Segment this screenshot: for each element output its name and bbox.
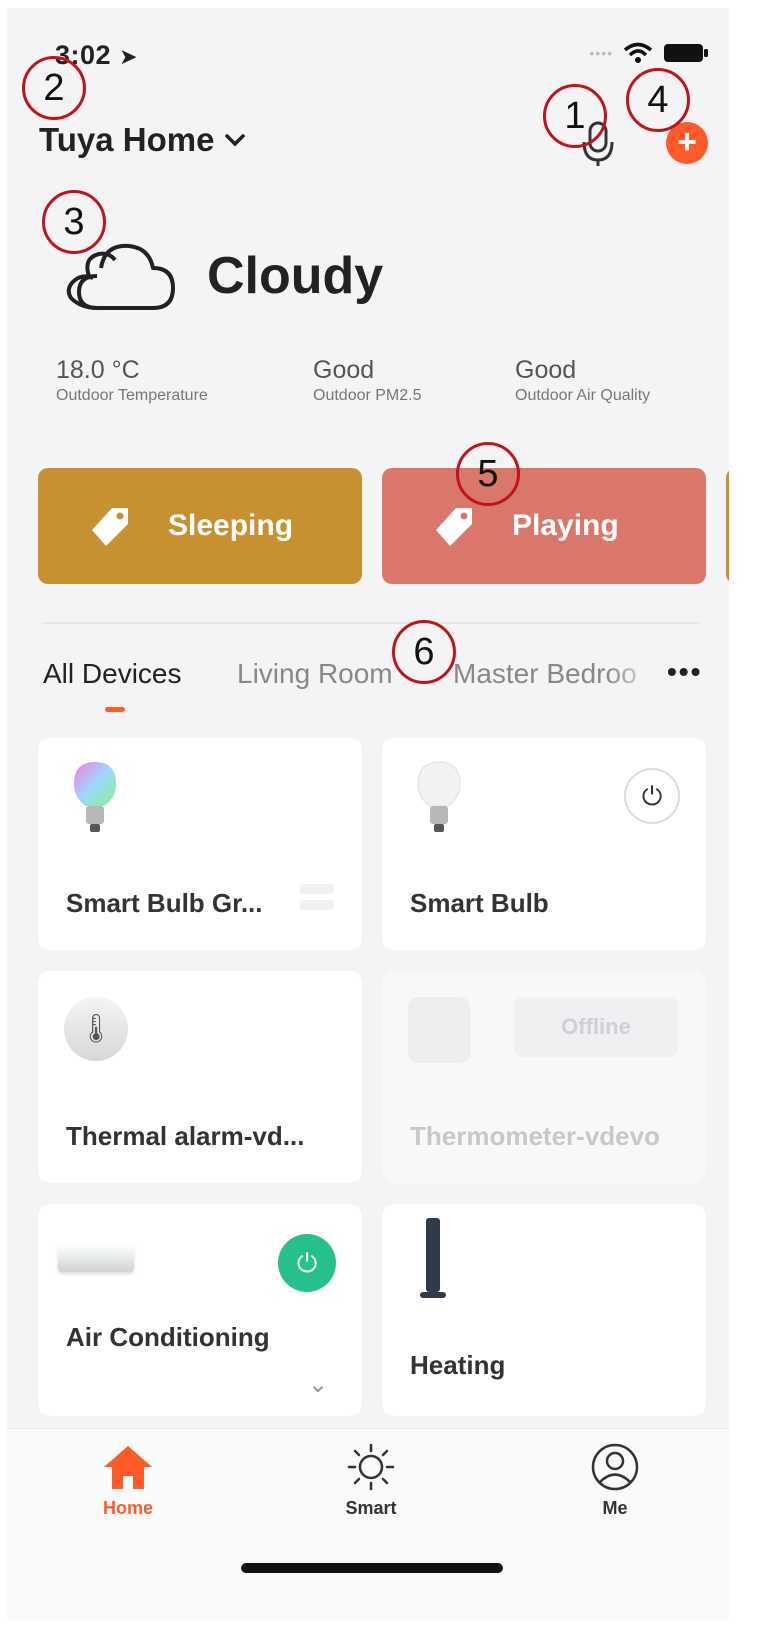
sensor-device-icon bbox=[408, 997, 470, 1063]
device-name: Thermal alarm-vd... bbox=[66, 1121, 305, 1151]
stat-temperature: 18.0 °C Outdoor Temperature bbox=[56, 356, 208, 405]
bottom-nav: Home Smart Me bbox=[7, 1428, 729, 1620]
home-icon bbox=[104, 1446, 152, 1489]
color-bulb-icon bbox=[74, 762, 116, 832]
annotation-marker: 3 bbox=[42, 190, 106, 254]
stat-air-quality: Good Outdoor Air Quality bbox=[515, 356, 650, 405]
more-rooms-button[interactable]: ••• bbox=[667, 656, 702, 688]
stat-value: Good bbox=[515, 356, 577, 384]
thermometer-icon: 🌡 bbox=[64, 997, 128, 1061]
annotation-number: 3 bbox=[63, 201, 85, 243]
nav-home[interactable]: Home bbox=[68, 1443, 188, 1519]
nav-label: Smart bbox=[345, 1498, 397, 1518]
battery-icon bbox=[664, 44, 708, 62]
group-switch-icon[interactable] bbox=[300, 882, 334, 912]
home-indicator bbox=[241, 1563, 503, 1573]
offline-badge: Offline bbox=[514, 997, 678, 1057]
stat-label: Outdoor Air Quality bbox=[515, 387, 651, 404]
user-icon bbox=[591, 1443, 639, 1491]
heater-icon bbox=[420, 1218, 446, 1298]
power-toggle-icon[interactable]: ⏻ bbox=[624, 768, 680, 824]
scene-sleeping-button[interactable]: Sleeping bbox=[38, 468, 362, 584]
device-card-heating[interactable]: Heating bbox=[382, 1204, 706, 1416]
wifi-icon bbox=[623, 42, 653, 63]
annotation-number: 6 bbox=[413, 631, 435, 673]
expand-chevron-icon[interactable]: ⌄ bbox=[308, 1370, 328, 1399]
status-icons: •••• bbox=[589, 42, 709, 64]
phone-screen: 3:02 ➤ •••• Tuya Home + Cloudy 18.0 °C O… bbox=[7, 8, 729, 1620]
sun-icon bbox=[347, 1443, 395, 1491]
scene-next-peek[interactable] bbox=[726, 468, 729, 584]
device-card-smart-bulb[interactable]: ⏻ Smart Bulb bbox=[382, 738, 706, 950]
divider bbox=[43, 622, 699, 624]
home-name: Tuya Home bbox=[39, 121, 215, 158]
annotation-marker: 5 bbox=[456, 442, 520, 506]
home-selector[interactable]: Tuya Home bbox=[39, 121, 246, 159]
annotation-number: 2 bbox=[43, 67, 65, 109]
stat-value: Good bbox=[313, 356, 375, 384]
chevron-down-icon bbox=[225, 134, 246, 147]
annotation-marker: 6 bbox=[392, 620, 456, 684]
tag-icon bbox=[436, 508, 472, 546]
device-name: Smart Bulb Gr... bbox=[66, 888, 263, 918]
nav-smart[interactable]: Smart bbox=[311, 1443, 431, 1519]
active-tab-indicator bbox=[105, 707, 125, 712]
device-card-smart-bulb-group[interactable]: Smart Bulb Gr... bbox=[38, 738, 362, 950]
stat-label: Outdoor Temperature bbox=[56, 387, 208, 404]
power-on-icon[interactable]: ⏻ bbox=[278, 1234, 336, 1292]
annotation-marker: 4 bbox=[626, 68, 690, 132]
stat-pm25: Good Outdoor PM2.5 bbox=[313, 356, 422, 405]
scene-label: Sleeping bbox=[168, 509, 294, 542]
signal-icon: •••• bbox=[589, 45, 613, 61]
device-name: Heating bbox=[410, 1350, 506, 1380]
light-bulb-icon bbox=[417, 761, 461, 832]
tab-fade-overlay bbox=[607, 648, 659, 698]
annotation-number: 1 bbox=[564, 95, 586, 137]
device-card-air-conditioning[interactable]: ⏻ Air Conditioning ⌄ bbox=[38, 1204, 362, 1416]
annotation-number: 5 bbox=[477, 453, 499, 495]
device-name: Thermometer-vdevo bbox=[410, 1121, 660, 1151]
nav-label: Home bbox=[102, 1498, 153, 1518]
nav-me[interactable]: Me bbox=[555, 1443, 675, 1519]
device-card-thermometer[interactable]: Offline Thermometer-vdevo bbox=[382, 971, 706, 1183]
device-card-thermal-alarm[interactable]: 🌡 Thermal alarm-vd... bbox=[38, 971, 362, 1183]
tag-icon bbox=[92, 508, 128, 546]
scene-label: Playing bbox=[512, 509, 619, 542]
tab-all-devices[interactable]: All Devices bbox=[43, 658, 181, 690]
annotation-marker: 1 bbox=[543, 84, 607, 148]
device-name: Air Conditioning bbox=[66, 1322, 270, 1352]
stat-value: 18.0 °C bbox=[56, 356, 140, 384]
air-conditioner-icon bbox=[58, 1244, 134, 1272]
stat-label: Outdoor PM2.5 bbox=[313, 387, 422, 404]
scene-playing-button[interactable]: Playing bbox=[382, 468, 706, 584]
tab-living-room[interactable]: Living Room bbox=[237, 658, 393, 690]
nav-label: Me bbox=[602, 1498, 628, 1518]
annotation-marker: 2 bbox=[22, 56, 86, 120]
annotation-number: 4 bbox=[647, 79, 669, 121]
weather-condition: Cloudy bbox=[207, 247, 384, 305]
location-arrow-icon: ➤ bbox=[119, 44, 138, 69]
device-name: Smart Bulb bbox=[410, 888, 549, 918]
